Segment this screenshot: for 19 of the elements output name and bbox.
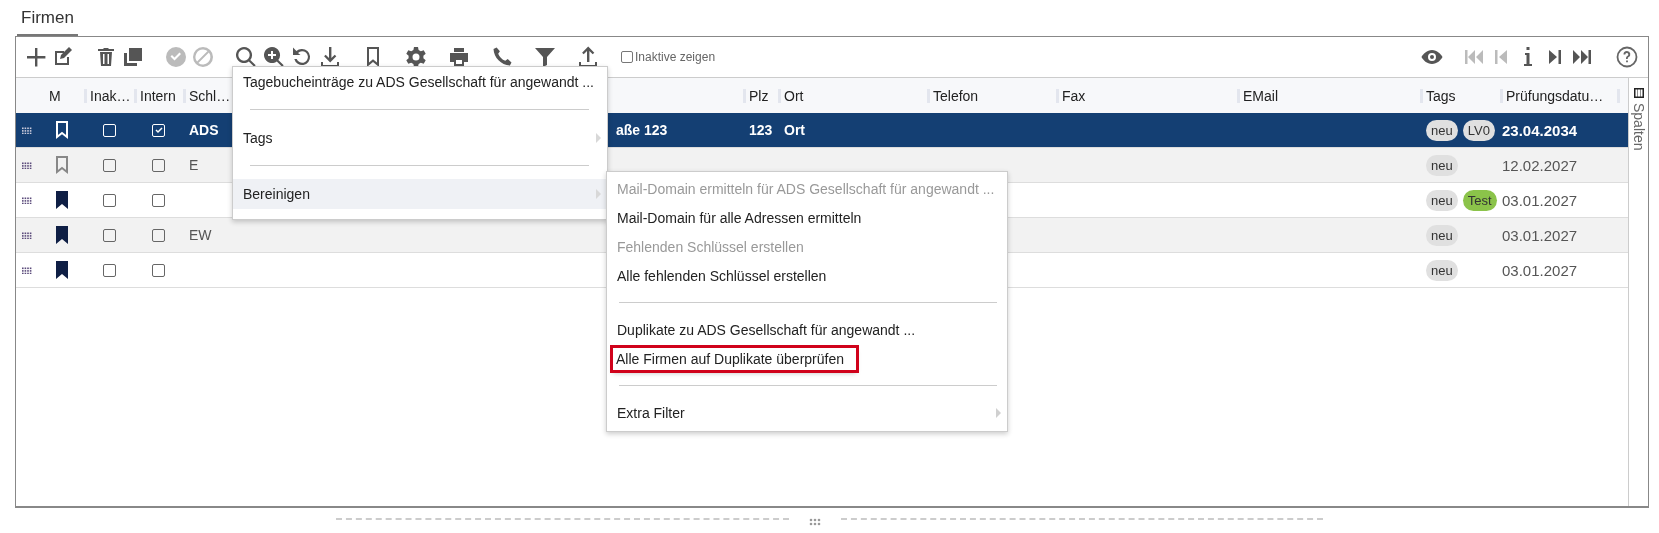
table-cell: E [189, 157, 199, 173]
table-cell: 12.02.2027 [1502, 156, 1578, 174]
table-cell: 23.04.2034 [1502, 121, 1578, 139]
table-cell: aße 123 [616, 122, 668, 138]
table-cell: 03.01.2027 [1502, 191, 1578, 209]
tag-chip: neu [1426, 224, 1458, 246]
table-cell: ADS [189, 122, 219, 138]
columns-label: Spalten [1630, 103, 1647, 151]
table-cell: 123 [749, 122, 773, 138]
table-cell: Ort [784, 122, 805, 138]
tag-chip: Test [1462, 189, 1497, 211]
tag-chip: LV0 [1462, 119, 1495, 141]
table-cell: 03.01.2027 [1502, 226, 1578, 244]
table-cell: EW [189, 227, 212, 243]
tag-chip: neu [1426, 189, 1458, 211]
table-cell: 03.01.2027 [1502, 261, 1578, 279]
tag-chip: neu [1426, 154, 1458, 176]
tag-chip: neu [1426, 259, 1458, 281]
tag-chip: neu [1426, 119, 1458, 141]
